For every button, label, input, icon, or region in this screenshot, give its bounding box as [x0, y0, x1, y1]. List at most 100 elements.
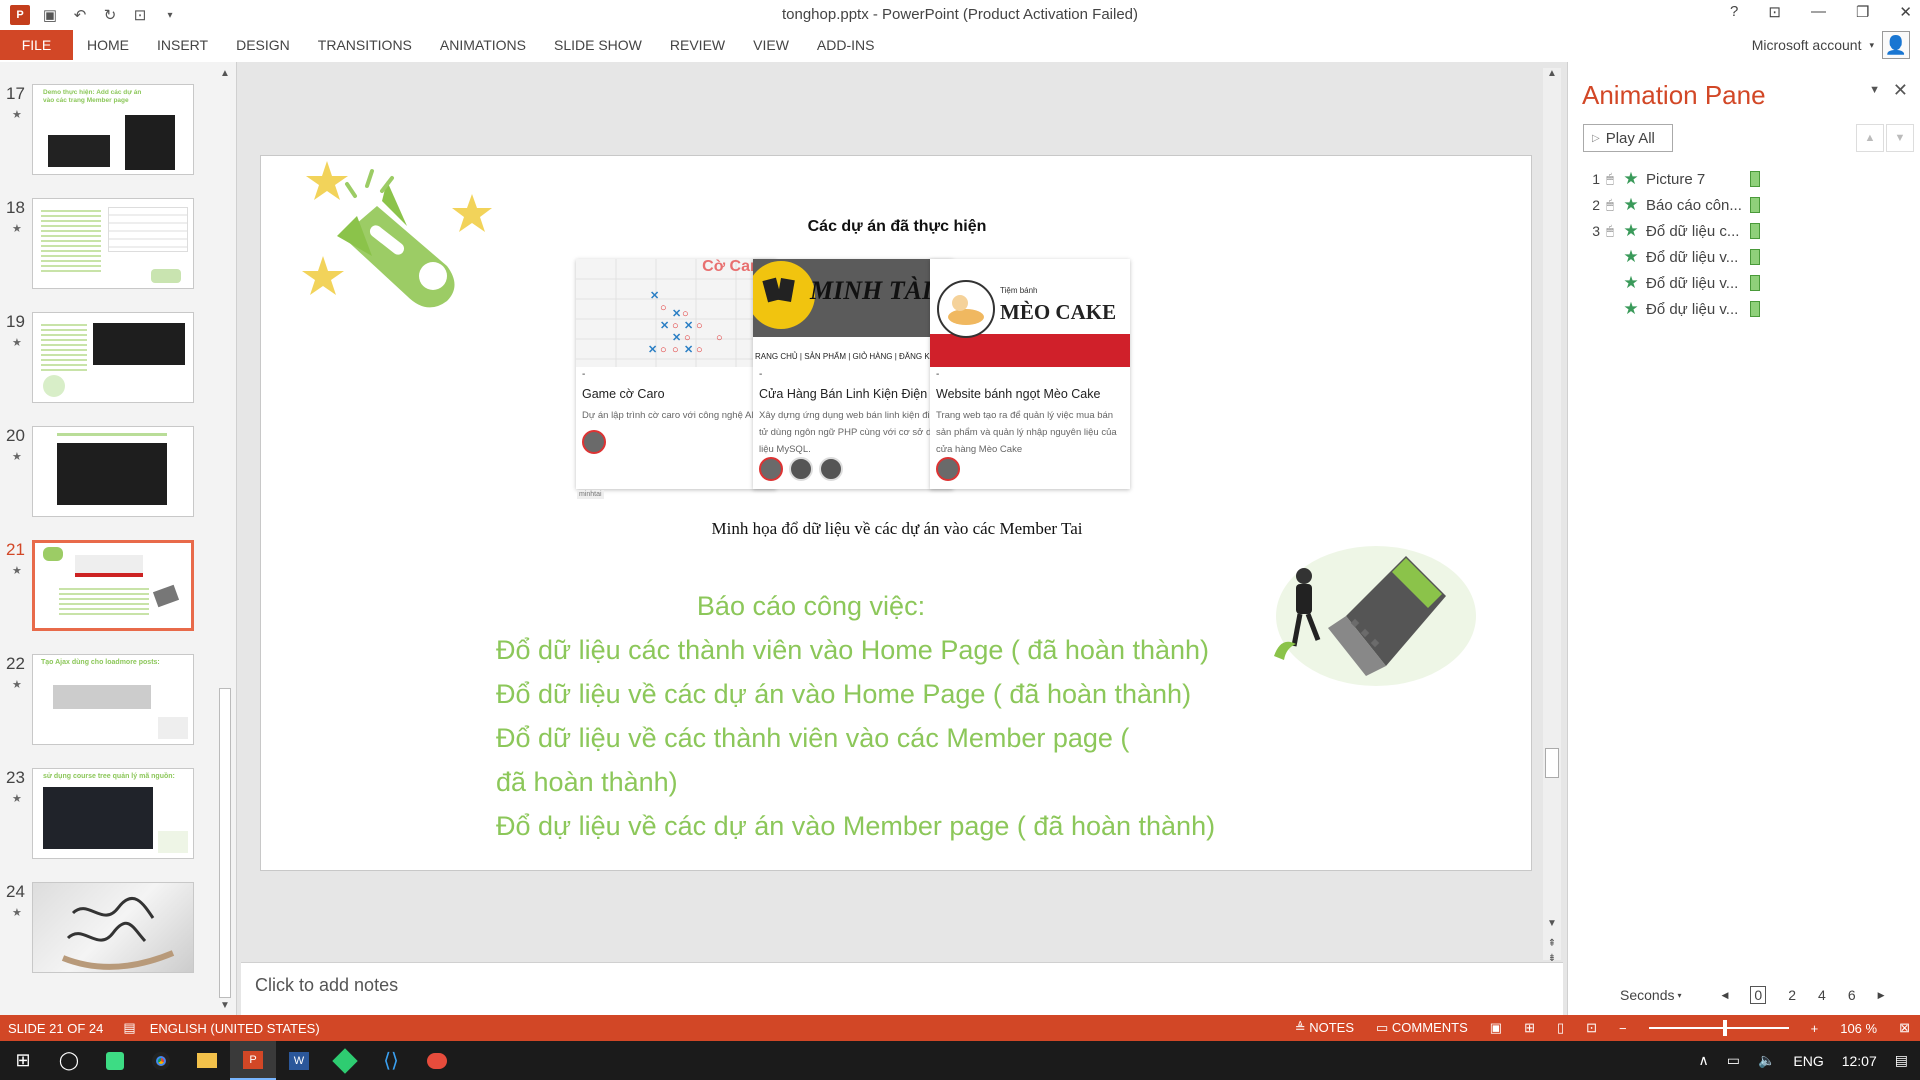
scroll-down-icon[interactable]: ▼	[1543, 918, 1561, 934]
scrollbar-thumb[interactable]	[219, 688, 231, 998]
account-label: Microsoft account	[1751, 37, 1862, 53]
normal-view-icon[interactable]: ▣	[1490, 1020, 1502, 1036]
input-language[interactable]: ENG	[1793, 1053, 1823, 1069]
timing-bar[interactable]	[1750, 223, 1760, 239]
timing-bar[interactable]	[1750, 249, 1760, 265]
thumbnail-slide-22[interactable]: 22 ★ Tạo Ajax dùng cho loadmore posts:	[0, 654, 220, 750]
windows-start-icon[interactable]: ⊞	[0, 1041, 46, 1080]
fit-to-window-icon[interactable]: ⊠	[1899, 1020, 1910, 1036]
thumbnail-slide-23[interactable]: 23 ★ sử dụng course tree quản lý mã nguồ…	[0, 768, 220, 864]
scroll-up-icon[interactable]: ▲	[1543, 68, 1561, 84]
scroll-left-icon[interactable]: ◀	[1722, 990, 1729, 1001]
chevron-up-icon[interactable]: ∧	[1698, 1052, 1708, 1069]
account-menu[interactable]: Microsoft account ▾ 👤	[1752, 30, 1910, 60]
thumbnail-slide-19[interactable]: 19 ★	[0, 312, 220, 408]
close-button[interactable]: ✕	[1899, 3, 1912, 21]
previous-slide-icon[interactable]: ⇞	[1543, 938, 1561, 954]
pane-options-icon[interactable]: ▼	[1869, 84, 1880, 96]
animation-item[interactable]: ★ Đổ dự liệu v...	[1588, 296, 1908, 322]
window-controls: ? ⊡ — ❐ ✕	[1730, 3, 1912, 21]
chrome-icon[interactable]	[138, 1041, 184, 1080]
ribbon-display-options-button[interactable]: ⊡	[1768, 3, 1781, 21]
search-icon[interactable]: ◯	[46, 1041, 92, 1080]
thumbnail-number: 21	[6, 540, 25, 559]
redo-icon[interactable]: ↻	[100, 5, 120, 25]
tab-slide-show[interactable]: SLIDE SHOW	[540, 30, 656, 60]
tab-transitions[interactable]: TRANSITIONS	[304, 30, 426, 60]
timing-bar[interactable]	[1750, 301, 1760, 317]
card-members	[582, 430, 606, 454]
scroll-right-icon[interactable]: ▶	[1878, 990, 1885, 1001]
timing-bar[interactable]	[1750, 275, 1760, 291]
maximize-button[interactable]: ❐	[1856, 3, 1869, 21]
animation-item[interactable]: 1 🖱 ★ Picture 7	[1588, 166, 1908, 192]
thumbnail-slide-18[interactable]: 18 ★	[0, 198, 220, 294]
move-down-button[interactable]: ▼	[1886, 124, 1914, 152]
spell-check-icon[interactable]: ▤	[123, 1020, 135, 1036]
zoom-in-button[interactable]: +	[1811, 1021, 1819, 1036]
seconds-dropdown[interactable]: Seconds	[1620, 987, 1674, 1003]
file-explorer-icon[interactable]	[184, 1041, 230, 1080]
zoom-out-button[interactable]: −	[1619, 1021, 1627, 1036]
minimize-button[interactable]: —	[1811, 3, 1826, 21]
svg-text:✕: ✕	[660, 320, 669, 332]
slide-show-icon[interactable]: ⊡	[1586, 1020, 1597, 1036]
volume-icon[interactable]: 🔈	[1758, 1052, 1775, 1069]
powerpoint-taskbar-icon[interactable]: P	[230, 1041, 276, 1080]
thumbnail-slide-20[interactable]: 20 ★	[0, 426, 220, 522]
battery-icon[interactable]: ▭	[1727, 1052, 1740, 1069]
notifications-icon[interactable]: ▤	[1895, 1052, 1908, 1069]
tab-design[interactable]: DESIGN	[222, 30, 304, 60]
undo-icon[interactable]: ↶	[70, 5, 90, 25]
workspace: 17 ★ Demo thực hiện: Add các dự án vào c…	[0, 62, 1920, 1015]
report-heading: Báo cáo công việc:	[696, 591, 926, 621]
tab-view[interactable]: VIEW	[739, 30, 803, 60]
present-icon[interactable]: ⊡	[130, 5, 150, 25]
tab-add-ins[interactable]: ADD-INS	[803, 30, 889, 60]
timing-bar[interactable]	[1750, 171, 1760, 187]
comments-button[interactable]: ▭ COMMENTS	[1376, 1020, 1468, 1036]
tab-insert[interactable]: INSERT	[143, 30, 222, 60]
animation-item[interactable]: ★ Đổ dữ liệu v...	[1588, 244, 1908, 270]
notes-pane[interactable]: Click to add notes	[241, 962, 1563, 1015]
avatar[interactable]: 👤	[1882, 31, 1910, 59]
entrance-effect-icon: ★	[1623, 247, 1639, 266]
tab-review[interactable]: REVIEW	[656, 30, 739, 60]
scrollbar-thumb[interactable]	[1545, 748, 1559, 778]
language-indicator[interactable]: ENGLISH (UNITED STATES)	[150, 1021, 320, 1036]
notes-button[interactable]: ≜ NOTES	[1295, 1020, 1354, 1036]
help-button[interactable]: ?	[1730, 3, 1738, 21]
thumbnail-slide-21[interactable]: 21 ★	[0, 540, 220, 636]
app-icon[interactable]	[92, 1041, 138, 1080]
word-icon[interactable]: W	[276, 1041, 322, 1080]
close-icon[interactable]: ✕	[1893, 80, 1908, 101]
thumbnails-scrollbar[interactable]: ▲ ▼	[216, 68, 234, 1011]
app-icon[interactable]	[414, 1041, 460, 1080]
save-icon[interactable]: ▣	[40, 5, 60, 25]
reading-view-icon[interactable]: ▯	[1557, 1020, 1564, 1036]
tab-file[interactable]: FILE	[0, 30, 73, 60]
thumbnail-slide-17[interactable]: 17 ★ Demo thực hiện: Add các dự án vào c…	[0, 84, 220, 180]
tab-animations[interactable]: ANIMATIONS	[426, 30, 540, 60]
zoom-level[interactable]: 106 %	[1840, 1021, 1877, 1036]
play-all-button[interactable]: ▷ Play All	[1583, 124, 1673, 152]
thumbnail-text-block	[41, 321, 87, 371]
clock[interactable]: 12:07	[1842, 1053, 1877, 1069]
customize-qat-icon[interactable]: ▾	[160, 5, 180, 25]
vscode-icon[interactable]: ⟨⟩	[368, 1041, 414, 1080]
thumbnail-title-line	[57, 433, 167, 436]
animation-item[interactable]: 3 🖱 ★ Đổ dữ liệu c...	[1588, 218, 1908, 244]
thumbnail-image: sử dụng course tree quản lý mã nguồn:	[32, 768, 194, 859]
animation-item[interactable]: ★ Đổ dữ liệu v...	[1588, 270, 1908, 296]
slide-scrollbar[interactable]: ▲ ▼ ⇞ ⇟	[1543, 68, 1561, 964]
app-icon[interactable]	[322, 1041, 368, 1080]
tab-home[interactable]: HOME	[73, 30, 143, 60]
move-up-button[interactable]: ▲	[1856, 124, 1884, 152]
thumbnail-slide-24[interactable]: 24 ★	[0, 882, 220, 978]
current-slide[interactable]: Các dự án đã thực hiện Cờ Caro ✕ ○ ✕ ○ ✕…	[260, 155, 1532, 871]
slide-sorter-icon[interactable]: ⊞	[1524, 1020, 1535, 1036]
animation-item[interactable]: 2 🖱 ★ Báo cáo côn...	[1588, 192, 1908, 218]
timeline-scale[interactable]: ◀ 0 2 4 6 ▶	[1722, 986, 1885, 1004]
timing-bar[interactable]	[1750, 197, 1760, 213]
zoom-slider[interactable]	[1648, 1020, 1789, 1036]
